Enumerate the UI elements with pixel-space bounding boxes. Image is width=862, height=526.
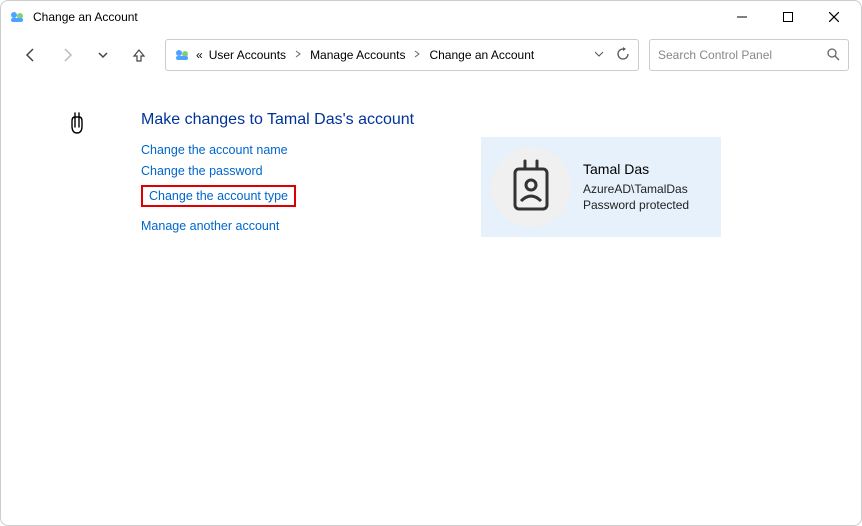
breadcrumb-item[interactable]: User Accounts xyxy=(209,48,286,62)
window-controls xyxy=(719,1,857,33)
close-button[interactable] xyxy=(811,1,857,33)
search-input[interactable] xyxy=(658,48,826,62)
nav-row: « User Accounts Manage Accounts Change a… xyxy=(1,33,861,81)
link-change-account-type[interactable]: Change the account type xyxy=(149,189,288,203)
minimize-button[interactable] xyxy=(719,1,765,33)
refresh-button[interactable] xyxy=(616,47,630,64)
chevron-right-icon[interactable] xyxy=(413,50,421,61)
search-box[interactable] xyxy=(649,39,849,71)
avatar xyxy=(491,147,571,227)
location-icon xyxy=(174,47,190,63)
account-status: Password protected xyxy=(583,197,689,213)
address-bar[interactable]: « User Accounts Manage Accounts Change a… xyxy=(165,39,639,71)
window-title: Change an Account xyxy=(33,10,719,24)
content-area: Make changes to Tamal Das's account Chan… xyxy=(1,81,861,260)
page-heading: Make changes to Tamal Das's account xyxy=(141,111,841,129)
highlight-annotation: Change the account type xyxy=(141,185,296,207)
link-manage-another-account[interactable]: Manage another account xyxy=(141,219,279,233)
maximize-button[interactable] xyxy=(765,1,811,33)
account-card[interactable]: Tamal Das AzureAD\TamalDas Password prot… xyxy=(481,137,721,237)
chevron-right-icon[interactable] xyxy=(294,50,302,61)
title-bar: Change an Account xyxy=(1,1,861,33)
search-icon[interactable] xyxy=(826,47,840,64)
link-change-password[interactable]: Change the password xyxy=(141,164,263,178)
breadcrumb-item[interactable]: Manage Accounts xyxy=(310,48,405,62)
account-info: Tamal Das AzureAD\TamalDas Password prot… xyxy=(583,160,689,213)
back-button[interactable] xyxy=(15,41,47,69)
account-name: Tamal Das xyxy=(583,160,689,179)
badge-icon xyxy=(507,159,555,215)
breadcrumb-item[interactable]: Change an Account xyxy=(429,48,534,62)
app-icon xyxy=(9,9,25,25)
breadcrumb-prefix: « xyxy=(196,48,203,62)
forward-button[interactable] xyxy=(51,41,83,69)
up-button[interactable] xyxy=(123,41,155,69)
address-dropdown-button[interactable] xyxy=(594,48,604,62)
account-domain: AzureAD\TamalDas xyxy=(583,181,689,197)
recent-locations-button[interactable] xyxy=(87,41,119,69)
link-change-account-name[interactable]: Change the account name xyxy=(141,143,288,157)
